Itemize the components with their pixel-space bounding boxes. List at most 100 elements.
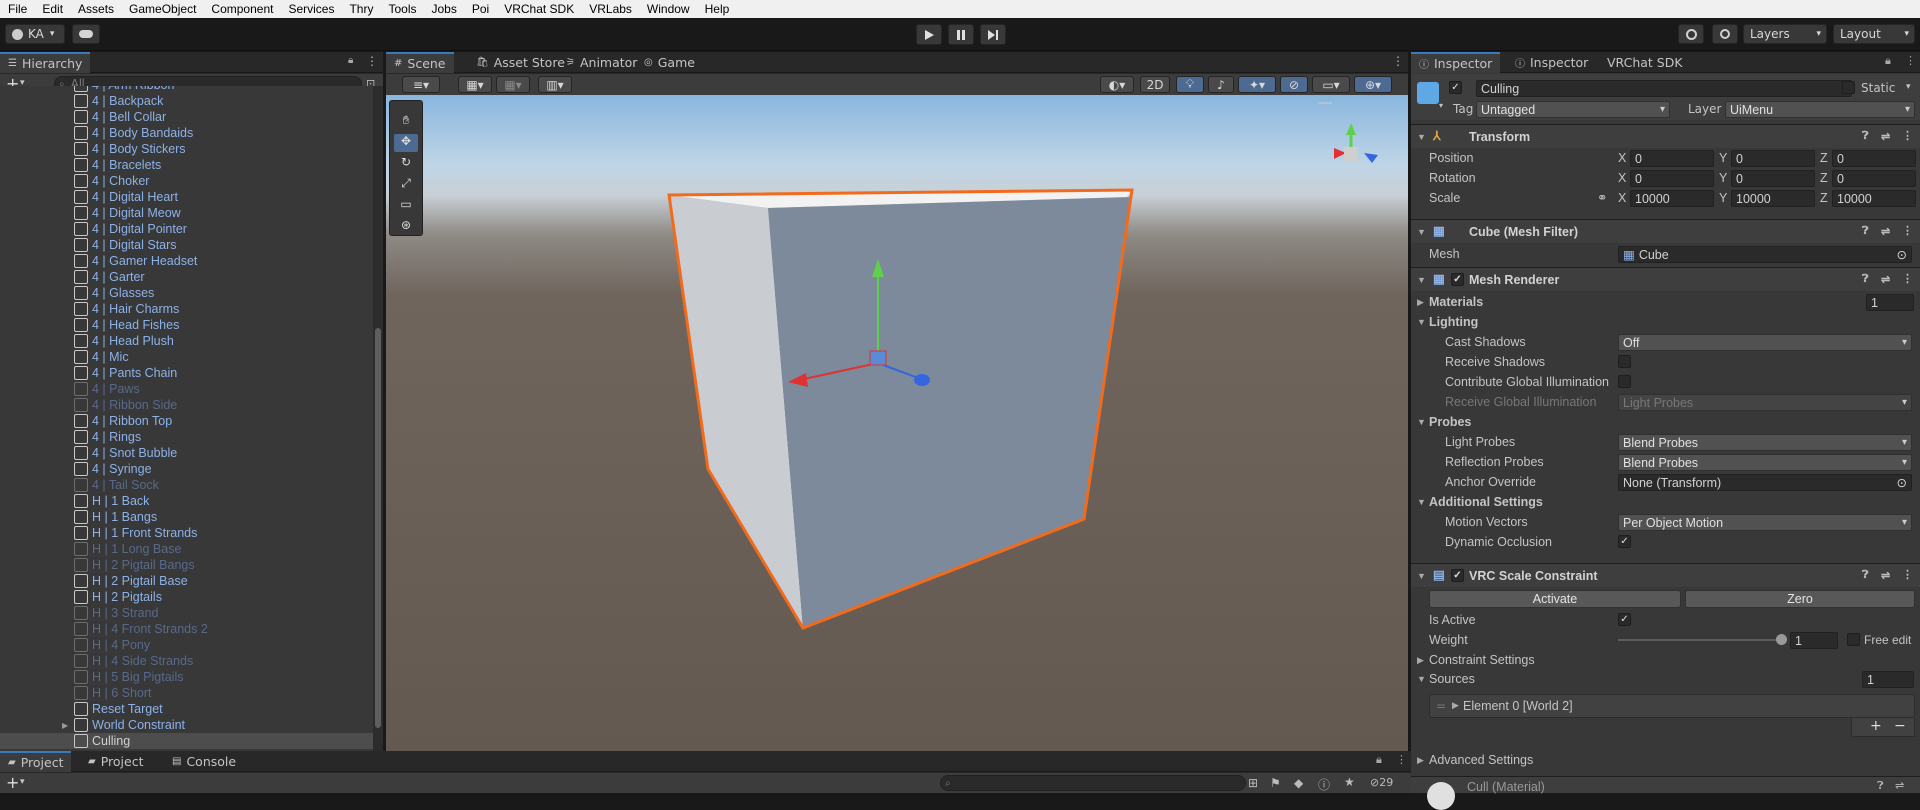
hierarchy-item[interactable]: H | 1 Long Base — [0, 541, 374, 557]
account-button[interactable]: KA ▾ — [5, 24, 65, 44]
hierarchy-item[interactable]: H | 4 Side Strands — [0, 653, 374, 669]
menu-poi[interactable]: Poi — [464, 2, 496, 16]
hierarchy-item[interactable]: 4 | Rings — [0, 429, 374, 445]
hierarchy-item[interactable]: 4 | Backpack — [0, 93, 374, 109]
menu-services[interactable]: Services — [280, 2, 341, 16]
hierarchy-item[interactable]: 4 | Gamer Headset — [0, 253, 374, 269]
vrc-scale-enabled-checkbox[interactable]: ✓ — [1451, 569, 1464, 582]
static-checkbox[interactable] — [1842, 81, 1855, 94]
advanced-settings-row[interactable]: ▶ Advanced Settings — [1411, 750, 1920, 770]
scale-x-input[interactable]: 10000 — [1630, 190, 1714, 207]
scale-y-input[interactable]: 10000 — [1731, 190, 1815, 207]
menu-window[interactable]: Window — [639, 2, 697, 16]
layer-dropdown[interactable]: UiMenu — [1725, 101, 1915, 118]
increment-snap-dropdown[interactable]: ▥▾ — [538, 76, 572, 93]
reflection-probes-dropdown[interactable]: Blend Probes — [1618, 454, 1912, 471]
constraint-settings-row[interactable]: ▶ Constraint Settings — [1411, 650, 1920, 670]
hierarchy-item[interactable]: H | 4 Pony — [0, 637, 374, 653]
activate-button[interactable]: Activate — [1429, 590, 1681, 608]
cloud-button[interactable] — [72, 24, 100, 44]
hierarchy-item[interactable]: 4 | Choker — [0, 173, 374, 189]
hierarchy-item[interactable]: 4 | Ribbon Side — [0, 397, 374, 413]
layers-dropdown[interactable]: Layers ▾ — [1743, 24, 1827, 44]
hierarchy-item[interactable]: ▶ World Constraint — [0, 717, 374, 733]
tool-handle-dropdown[interactable]: ≡▾ — [402, 76, 440, 93]
scene-viewport[interactable]: ✋︎ ✥ ↻ ⤢ ▭ ⊛ — [386, 95, 1408, 751]
weight-slider[interactable] — [1618, 634, 1787, 645]
more-menu-icon[interactable]: ⋮ — [1396, 753, 1407, 766]
hierarchy-item[interactable]: 4 | Digital Stars — [0, 237, 374, 253]
materials-row[interactable]: Materials ▶ 1 — [1411, 292, 1920, 312]
hierarchy-item[interactable]: H | 1 Front Strands — [0, 525, 374, 541]
free-edit-checkbox[interactable] — [1847, 633, 1860, 646]
mesh-filter-header[interactable]: ▼ ▦ Cube (Mesh Filter) ❓︎ ⇌ ⋮ — [1411, 219, 1920, 243]
pause-button[interactable] — [948, 24, 974, 45]
hierarchy-item[interactable]: 4 | Pants Chain — [0, 365, 374, 381]
project-search-input[interactable]: ⌕ — [940, 775, 1246, 791]
position-z-input[interactable]: 0 — [1832, 150, 1916, 167]
hierarchy-item[interactable]: 4 | Tail Sock — [0, 477, 374, 493]
preset-icon[interactable]: ⇌ — [1881, 569, 1890, 582]
effects-dropdown[interactable]: ✦▾ — [1238, 76, 1276, 93]
menu-tools[interactable]: Tools — [380, 2, 423, 16]
remove-source-icon[interactable]: − — [1894, 718, 1906, 734]
hierarchy-item[interactable]: 4 | Head Plush — [0, 333, 374, 349]
search-button[interactable] — [1712, 24, 1738, 44]
zero-button[interactable]: Zero — [1685, 590, 1915, 608]
hierarchy-item[interactable]: 4 | Arm Ribbon — [0, 86, 374, 93]
hidden-objects-toggle[interactable]: ⊘ — [1280, 76, 1308, 93]
menu-assets[interactable]: Assets — [70, 2, 121, 16]
hierarchy-item[interactable]: 4 | Head Fishes — [0, 317, 374, 333]
position-x-input[interactable]: 0 — [1630, 150, 1714, 167]
preset-icon[interactable]: ⇌ — [1895, 779, 1904, 792]
menu-jobs[interactable]: Jobs — [423, 2, 463, 16]
2d-toggle[interactable]: 2D — [1140, 76, 1170, 93]
object-picker-icon[interactable]: ⊙ — [1897, 475, 1907, 490]
grid-dropdown[interactable]: ▦▾ — [496, 76, 530, 93]
rotation-y-input[interactable]: 0 — [1731, 170, 1815, 187]
help-icon[interactable]: ❓︎ — [1862, 273, 1869, 286]
chevron-down-icon[interactable]: ▾ — [20, 777, 25, 787]
dynamic-occlusion-checkbox[interactable]: ✓ — [1618, 535, 1631, 548]
position-y-input[interactable]: 0 — [1731, 150, 1815, 167]
drag-handle-icon[interactable]: = — [1436, 699, 1446, 713]
lock-icon[interactable]: 🔒︎ — [1885, 54, 1891, 68]
weight-input[interactable]: 1 — [1790, 632, 1838, 649]
step-button[interactable] — [980, 24, 1006, 45]
grid-snap-dropdown[interactable]: ▦▾ — [458, 76, 492, 93]
help-icon[interactable]: ❓︎ — [1862, 225, 1869, 238]
lighting-row[interactable]: Lighting ▼ — [1411, 312, 1920, 332]
layout-dropdown[interactable]: Layout ▾ — [1833, 24, 1915, 44]
add-source-icon[interactable]: + — [1870, 718, 1882, 734]
help-icon[interactable]: ❓︎ — [1862, 130, 1869, 143]
star-icon[interactable]: ★ — [1344, 775, 1355, 789]
scale-z-input[interactable]: 10000 — [1832, 190, 1916, 207]
hierarchy-item[interactable]: 4 | Digital Pointer — [0, 221, 374, 237]
tab-inspector-1[interactable]: ⓘ Inspector — [1507, 52, 1596, 73]
hierarchy-item[interactable]: H | 2 Pigtail Bangs — [0, 557, 374, 573]
tab-hierarchy[interactable]: ☰ Hierarchy — [0, 52, 91, 73]
foldout-icon[interactable]: ▶ — [62, 721, 68, 730]
receive-shadows-checkbox[interactable] — [1618, 355, 1631, 368]
hierarchy-item[interactable]: 4 | Digital Meow — [0, 205, 374, 221]
weight-slider-thumb[interactable] — [1776, 634, 1787, 645]
object-picker-icon[interactable]: ⊙ — [1897, 247, 1907, 262]
menu-component[interactable]: Component — [203, 2, 280, 16]
tab-vrchat-sdk-2[interactable]: VRChat SDK — [1599, 52, 1691, 73]
hierarchy-item[interactable]: 4 | Digital Heart — [0, 189, 374, 205]
add-icon[interactable]: + — [6, 773, 19, 792]
tab-scene[interactable]: # Scene — [386, 52, 454, 73]
link-icon[interactable]: ⚭ — [1597, 190, 1607, 205]
help-icon[interactable]: ❓︎ — [1862, 569, 1869, 582]
scrollbar-thumb[interactable] — [375, 328, 381, 728]
hierarchy-item[interactable]: 4 | Body Stickers — [0, 141, 374, 157]
tab-console-2[interactable]: ▤ Console — [164, 751, 244, 772]
menu-edit[interactable]: Edit — [34, 2, 70, 16]
transform-header[interactable]: ▼ ⅄ Transform ❓︎ ⇌ ⋮ — [1411, 124, 1920, 148]
hierarchy-item[interactable]: Reset Target — [0, 701, 374, 717]
object-name-input[interactable]: Culling — [1476, 80, 1852, 97]
more-menu-icon[interactable]: ⋮ — [1392, 54, 1404, 68]
gizmos-dropdown[interactable]: ⊕▾ — [1354, 76, 1392, 93]
hierarchy-item[interactable]: H | 1 Back — [0, 493, 374, 509]
lock-icon[interactable]: 🔒︎ — [348, 55, 353, 66]
